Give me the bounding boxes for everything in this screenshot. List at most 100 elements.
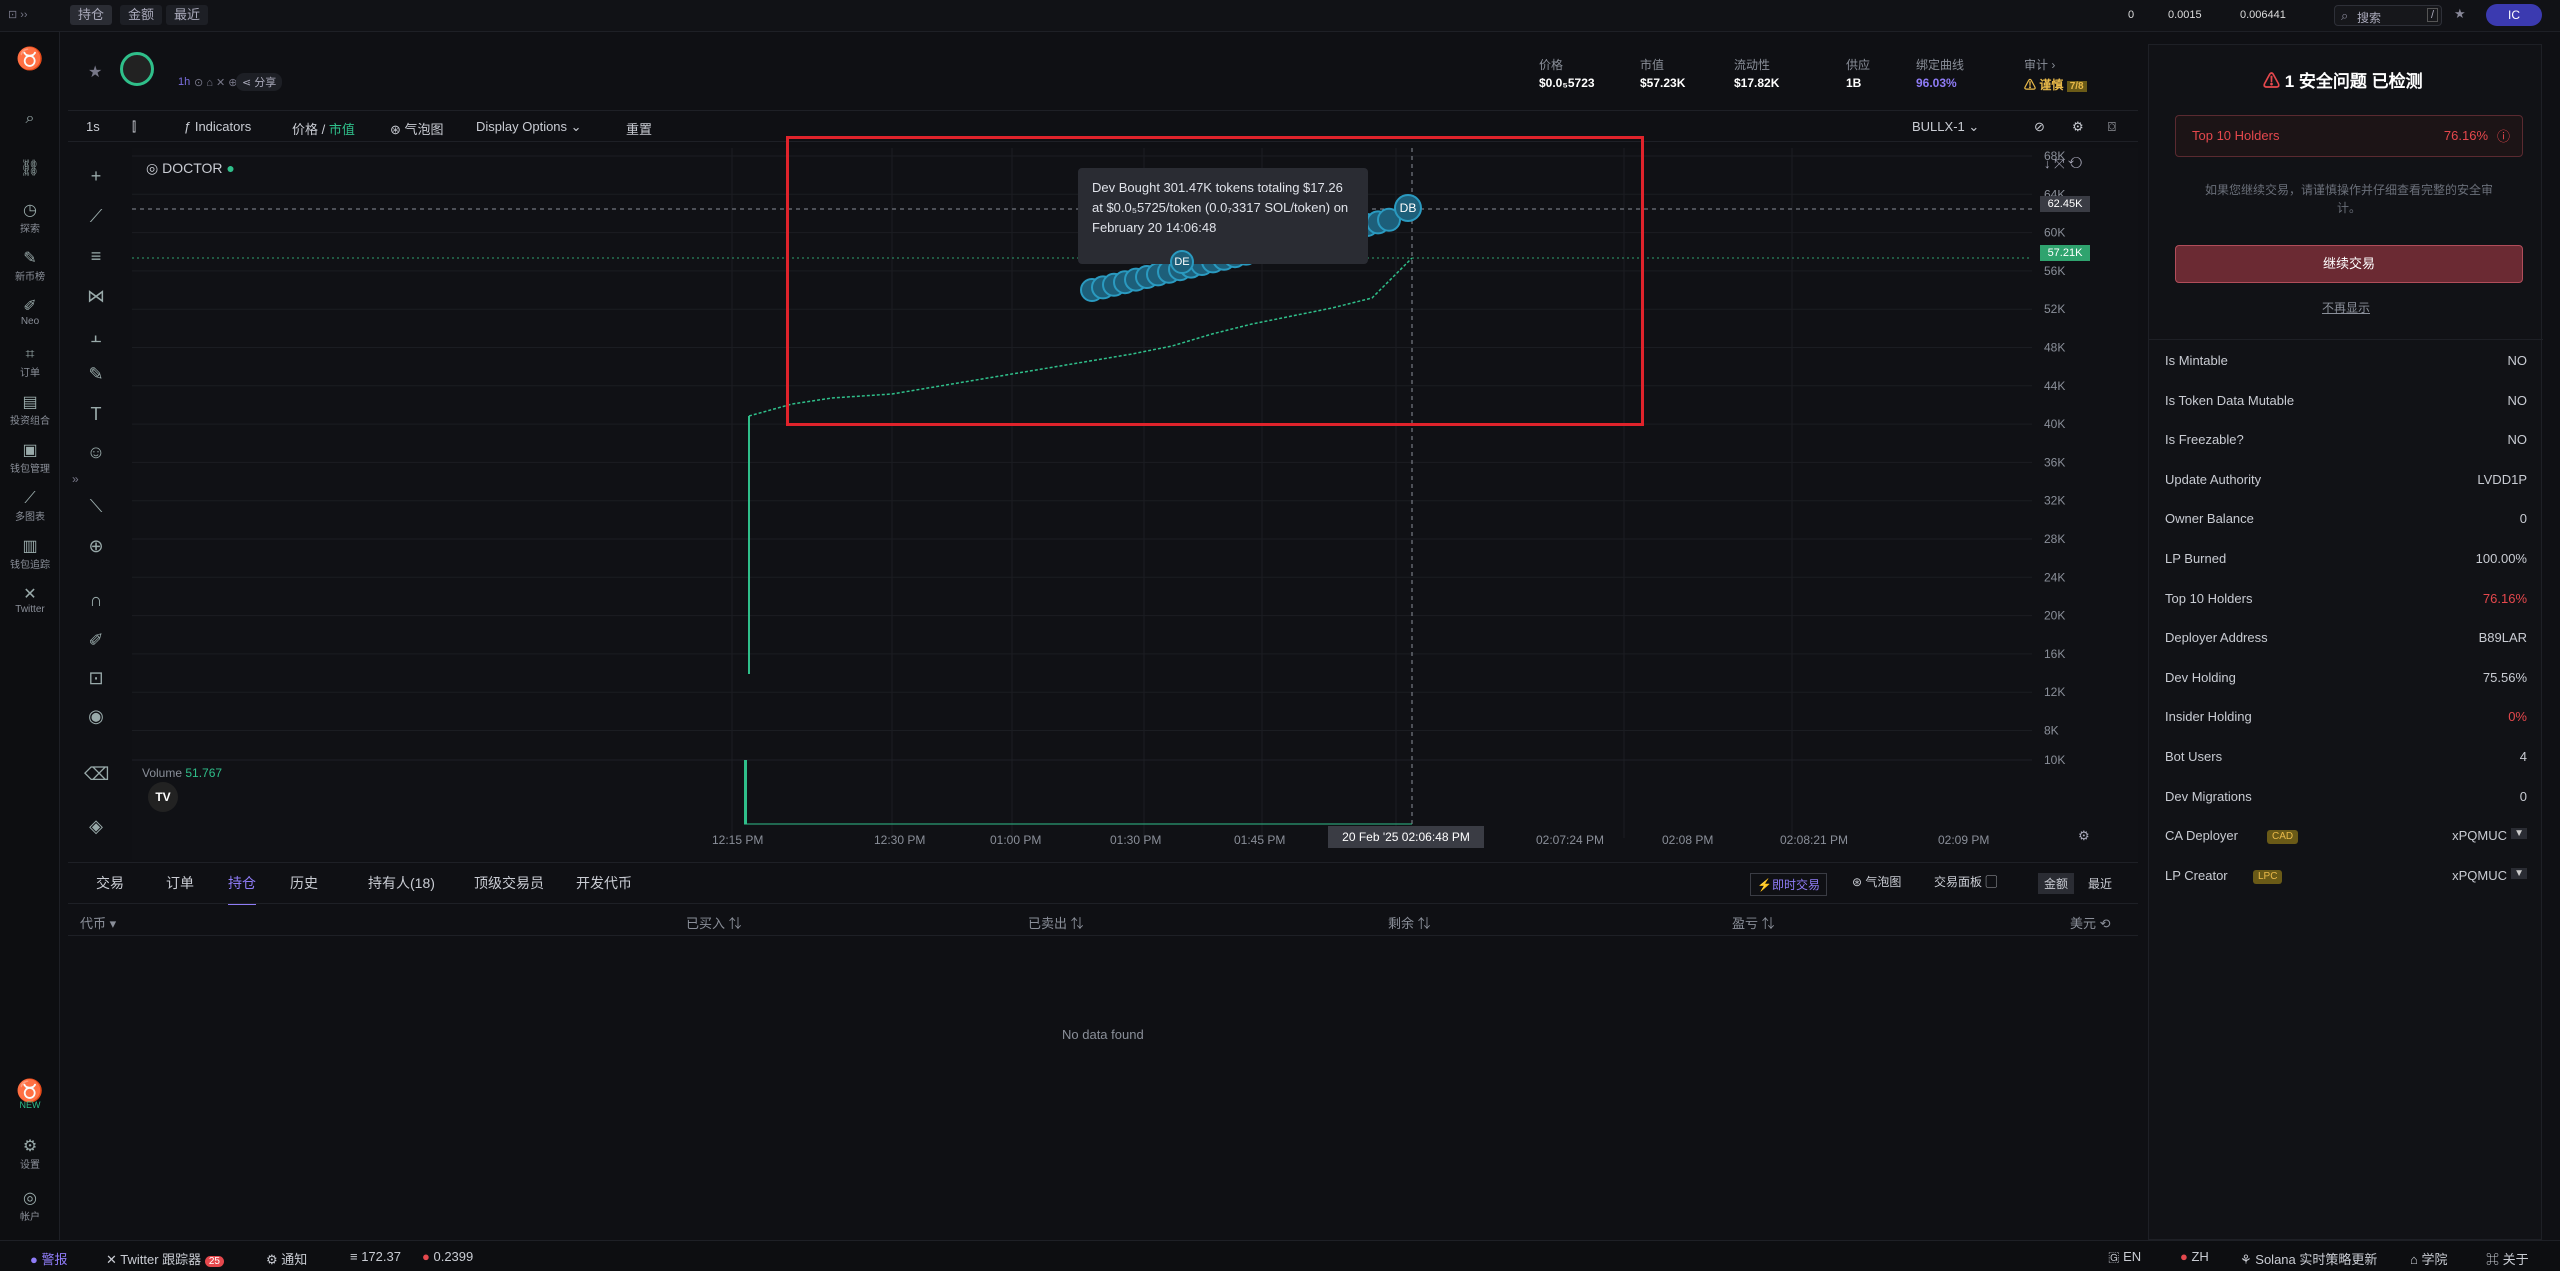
briefcase-icon: ▤ [22,394,38,411]
hlines-icon[interactable]: ≡ [84,244,108,268]
collapse-icon[interactable]: ⊡ ›› [8,8,28,21]
interval-select[interactable]: 1s [86,119,100,134]
tradingview-logo: TV [148,782,178,812]
db-marker[interactable]: DB [1394,194,1422,222]
time-settings-icon[interactable]: ⚙ [2078,828,2090,844]
social-icons[interactable]: ⊙ ⌂ ✕ ⊕ [194,76,237,89]
search-input[interactable]: 搜索 [2357,9,2381,26]
audit-value[interactable]: xPQMUC [2452,868,2507,883]
col-remaining[interactable]: 剩余 ⇅ [1388,913,1431,932]
zoom-in-icon[interactable]: ⊕ [84,534,108,558]
col-bought[interactable]: 已买入 ⇅ [686,913,742,932]
camera-icon[interactable]: ⌼ [2108,119,2116,135]
alerts-button[interactable]: ● 警报 [30,1249,67,1268]
nav-multichart[interactable]: ⟋ 多图表 [0,490,60,523]
tab-orders[interactable]: 订单 [166,873,194,893]
source-select[interactable]: BULLX-1 ⌄ [1912,119,1979,135]
pencil-lock-icon[interactable]: ✐ [84,628,108,652]
logo-icon[interactable]: ♉ [0,48,60,70]
tab-top-traders[interactable]: 顶级交易员 [474,873,544,893]
audit-value: B89LAR [2478,630,2527,646]
nav-new-tokens[interactable]: ✎ 新币榜 [0,250,60,283]
text-icon[interactable]: T [84,402,108,426]
reset-button[interactable]: 重置 [626,119,652,138]
twitter-tracker[interactable]: ✕ Twitter 跟踪器 25 [106,1249,224,1268]
new-feature[interactable]: ♉ NEW [0,1080,60,1111]
brush-icon[interactable]: ✎ [84,362,108,386]
pattern-icon[interactable]: ⋈ [84,284,108,308]
layers-icon[interactable]: ◈ [84,814,108,838]
about[interactable]: ⌘ 关于 [2486,1249,2529,1268]
expand-left-icon[interactable]: » [72,472,90,492]
nav-account[interactable]: ◎ 帐户 [0,1190,60,1223]
audit-row: Dev Migrations 0 [2165,789,2527,809]
nav-wallet-manager[interactable]: ▣ 钱包管理 [0,442,60,475]
ruler-icon[interactable]: ⟍ [84,494,108,518]
nav-twitter[interactable]: ✕ Twitter [0,586,60,615]
tab-amount[interactable]: 金额 [120,5,163,25]
chart-settings-icon[interactable]: ⚙ [2072,119,2084,135]
col-sold[interactable]: 已卖出 ⇅ [1028,913,1084,932]
tab-dev-tokens[interactable]: 开发代币 [576,873,632,893]
display-options[interactable]: Display Options ⌄ [476,119,582,135]
link-nav-icon[interactable]: ⛓ [0,160,60,178]
de-marker[interactable]: DE [1170,250,1194,274]
eye-icon[interactable]: ◉ [84,704,108,728]
top10-alert[interactable]: Top 10 Holders 76.16% ⓘ [2175,115,2523,157]
price-chart[interactable]: 68K 64K 60K 56K 52K 48K 44K 40K 36K 32K 28K 24K 20K 1… [132,136,2255,860]
nav-neo[interactable]: ✐ Neo [0,298,60,327]
crosshair-icon[interactable]: + [84,164,108,188]
continue-trading-button[interactable]: 继续交易 [2175,245,2523,283]
recent-toggle[interactable]: 最近 [2082,873,2118,894]
tab-holdings[interactable]: 持仓 [228,873,256,905]
indicators-button[interactable]: ƒ Indicators [184,119,251,134]
stat-audit[interactable]: 审计 › ⚠ 谨慎 7/8 [2024,56,2087,93]
zoom-icon[interactable]: ⊘ [2034,119,2045,135]
bubble-map-button[interactable]: ⊛ 气泡图 [1852,873,1901,890]
lang-en[interactable]: 🇬 EN [2108,1249,2141,1265]
dont-show-link[interactable]: 不再显示 [2149,299,2543,316]
notifications[interactable]: ⚙ 通知 [266,1249,307,1268]
amount-toggle[interactable]: 金额 [2038,873,2075,894]
chart-controls[interactable]: ↓ ⤧ ⟲ [2044,156,2082,172]
trade-panel-button[interactable]: 交易面板 ▢ [1934,873,1997,890]
tab-positions[interactable]: 持仓 [70,5,113,25]
emoji-icon[interactable]: ☺ [84,440,108,464]
tab-recent[interactable]: 最近 [166,5,209,25]
tab-trades[interactable]: 交易 [96,873,124,893]
nav-settings[interactable]: ⚙ 设置 [0,1138,60,1171]
col-usd[interactable]: 美元 ⟲ [2070,913,2111,932]
magnet-icon[interactable]: ∩ [84,588,108,612]
instant-trade-button[interactable]: ⚡即时交易 [1750,873,1827,896]
lock-icon[interactable]: ⊡ [84,666,108,690]
audit-value[interactable]: xPQMUC [2452,828,2507,843]
token-header: ★ 1h ⊙ ⌂ ✕ ⊕ ⋖ 分享 价格 $0.0₅5723 市值 $57.23K … [68,46,2138,110]
user-avatar[interactable]: IC [2486,4,2542,26]
solana-updates[interactable]: ⚘ Solana 实时策略更新 [2240,1249,2377,1268]
trash-icon[interactable]: ⌫ [84,762,109,786]
price-toggle[interactable]: 价格 / 市值 [292,119,355,138]
trendline-icon[interactable]: ⟋ [84,204,108,228]
search-nav-icon[interactable]: ⌕ [0,110,60,128]
tab-history[interactable]: 历史 [290,873,318,893]
search-icon: ⌕ [2341,8,2349,23]
nav-orders[interactable]: ⌗ 订单 [0,346,60,379]
filter-icon[interactable]: ▼ [2511,828,2527,840]
search-box[interactable]: ⌕ 搜索 / [2334,5,2442,26]
col-token[interactable]: 代币 ▾ [80,913,116,932]
candle-type-icon[interactable]: ⫿ [132,119,136,135]
star-icon[interactable]: ★ [2454,6,2466,22]
measure-lines-icon[interactable]: ⫠ [84,324,108,348]
academy[interactable]: ⌂ 学院 [2410,1249,2447,1268]
tab-holders[interactable]: 持有人(18) [368,873,435,893]
col-pnl[interactable]: 盈亏 ⇅ [1732,913,1775,932]
nav-portfolio[interactable]: ▤ 投资组合 [0,394,60,427]
nav-explore[interactable]: ◷ 探索 [0,202,60,235]
star-icon[interactable]: ★ [88,62,102,82]
filter-icon[interactable]: ▼ [2511,867,2527,879]
bubble-button[interactable]: ⊛ 气泡图 [390,119,444,138]
share-button[interactable]: ⋖ 分享 [236,73,283,91]
nav-wallet-tracker[interactable]: ▥ 钱包追踪 [0,538,60,571]
audit-row: Deployer Address B89LAR [2165,630,2527,650]
lang-zh[interactable]: ● ZH [2180,1249,2209,1264]
